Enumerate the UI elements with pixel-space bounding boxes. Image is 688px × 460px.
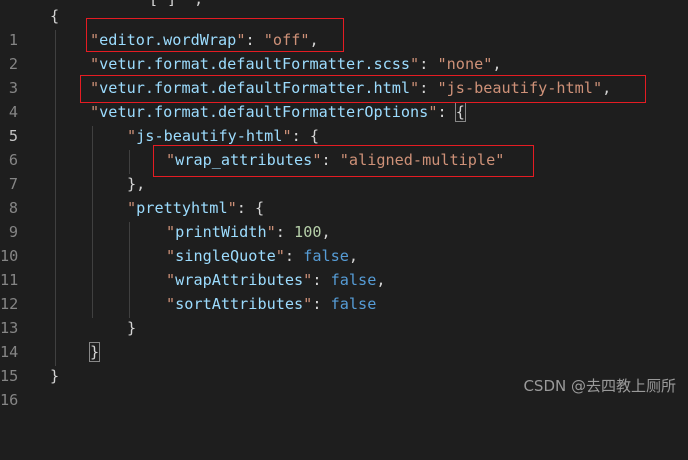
open-brace: { (255, 199, 265, 217)
setting-key: vetur.format.defaultFormatter.scss (99, 55, 411, 73)
code-line-11: 11 "singleQuote": false, (0, 244, 358, 289)
setting-key: singleQuote (175, 247, 276, 265)
code-line-1: 1 { (0, 4, 59, 49)
setting-key: wrapAttributes (175, 271, 304, 289)
indent-guide (92, 126, 93, 318)
setting-value: false (330, 271, 377, 289)
bracket-match: } (88, 342, 101, 362)
open-brace: { (309, 127, 320, 145)
close-brace: } (127, 319, 137, 337)
setting-value: none (446, 55, 484, 73)
code-line-15: 15 } (0, 340, 101, 385)
code-line-7: 7 "wrap_attributes": "aligned-multiple" (0, 148, 505, 193)
code-editor[interactable]: "[ ]" ; 1 { 2 "editor.wordWrap": "off", … (0, 0, 688, 409)
watermark: CSDN @去四教上厕所 (523, 377, 676, 395)
code-line-8: 8 }, (0, 172, 145, 217)
open-brace: { (50, 7, 60, 25)
setting-key: vetur.format.defaultFormatterOptions (99, 103, 429, 121)
code-line-14: 14 } (0, 316, 136, 361)
indent-guide (129, 150, 130, 174)
code-line-6: 6 "js-beautify-html": { (0, 124, 319, 169)
code-line-2: 2 "editor.wordWrap": "off", (0, 28, 319, 73)
code-line-5: 5 "vetur.format.defaultFormatterOptions"… (0, 100, 466, 145)
bracket-match: { (454, 102, 466, 122)
code-line-13: 13 "sortAttributes": false (0, 292, 376, 337)
code-line-16: 16 } (0, 364, 59, 409)
code-line-10: 10 "printWidth": 100, (0, 220, 331, 265)
highlight-box-wordwrap (86, 18, 344, 52)
close-brace: }, (127, 175, 146, 193)
indent-guide (129, 222, 130, 318)
code-line-9: 9 "prettyhtml": { (0, 196, 264, 241)
highlight-box-html-formatter (80, 75, 646, 103)
setting-value: false (330, 295, 377, 313)
setting-value: false (303, 247, 349, 265)
highlight-box-wrap-attributes (153, 145, 534, 177)
code-line-3: 3 "vetur.format.defaultFormatter.scss": … (0, 52, 502, 97)
top-fragment-text: "[ ]" ; (140, 0, 203, 8)
close-brace: } (50, 367, 60, 385)
setting-key: prettyhtml (136, 199, 228, 217)
setting-key: printWidth (175, 223, 267, 241)
setting-key: sortAttributes (175, 295, 304, 313)
setting-value: 100 (294, 223, 322, 241)
code-line-4: 4 "vetur.format.defaultFormatter.html": … (0, 76, 611, 121)
code-line-12: 12 "wrapAttributes": false, (0, 268, 386, 313)
setting-key: js-beautify-html (136, 127, 283, 145)
indent-guide (55, 30, 56, 366)
line-number: 16 (0, 391, 19, 409)
